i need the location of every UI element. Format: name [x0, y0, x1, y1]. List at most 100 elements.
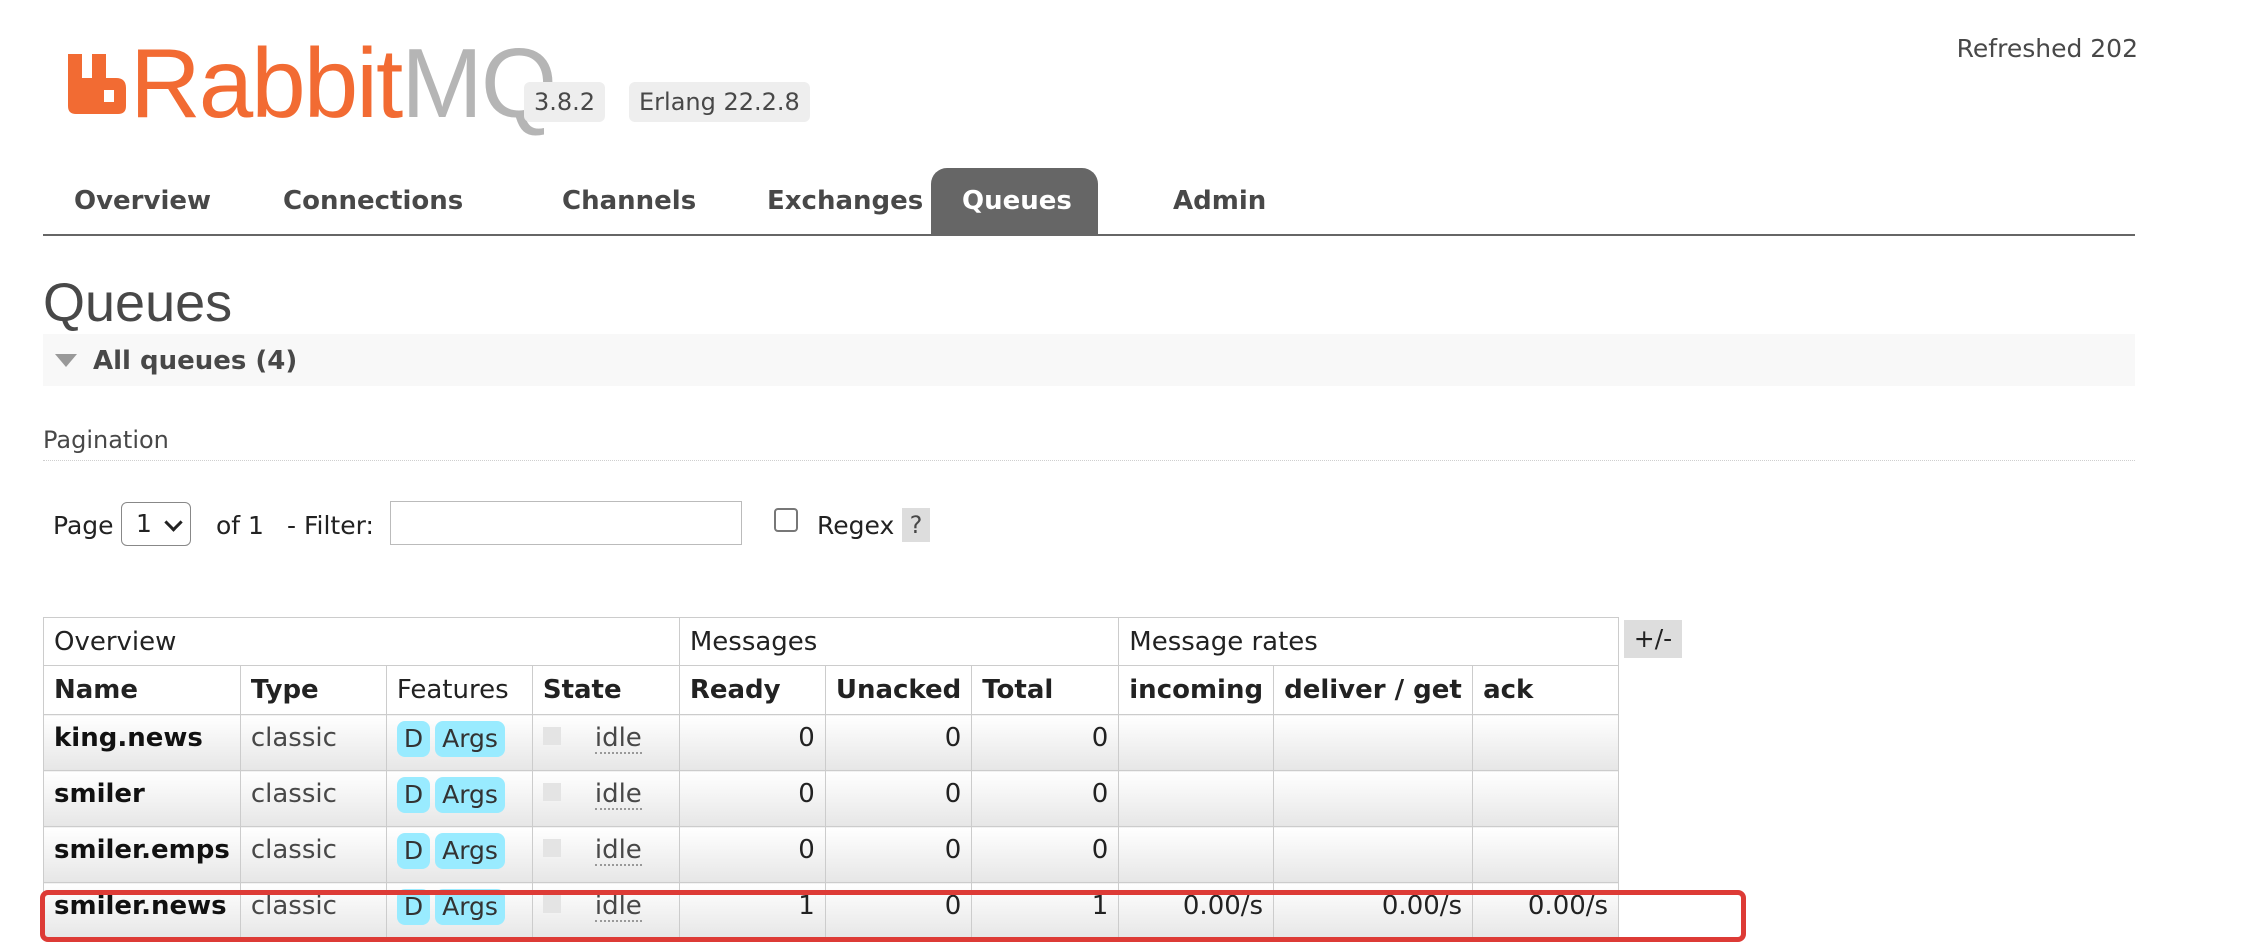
ack-rate [1472, 770, 1620, 827]
unacked-count: 0 [824, 826, 973, 883]
table-row[interactable]: smiler.emps classic D Args idle 0 0 0 [43, 826, 1620, 883]
ready-count: 0 [678, 714, 826, 771]
queue-state: idle [531, 882, 680, 939]
group-message-rates: Message rates [1118, 617, 1620, 666]
rabbitmq-logo-icon [68, 54, 126, 114]
page-label: Page [53, 511, 114, 540]
app-header: RabbitMQ TM 3.8.2 Erlang 22.2.8 Refreshe… [0, 0, 2260, 160]
main-nav: Overview Connections Channels Exchanges … [43, 168, 2135, 236]
tab-channels[interactable]: Channels [531, 168, 727, 234]
erlang-version-badge: Erlang 22.2.8 [629, 82, 810, 122]
state-text[interactable]: idle [594, 780, 642, 810]
state-indicator-icon [542, 895, 561, 913]
column-header-row: Name Type Features State Ready Unacked T… [43, 665, 1620, 715]
filter-input[interactable] [390, 501, 742, 545]
total-count: 0 [971, 714, 1120, 771]
col-name[interactable]: Name [43, 665, 241, 715]
state-text[interactable]: idle [594, 724, 642, 754]
col-deliver-get[interactable]: deliver / get [1273, 665, 1474, 715]
total-count: 0 [971, 826, 1120, 883]
col-ready[interactable]: Ready [678, 665, 826, 715]
tab-connections[interactable]: Connections [252, 168, 494, 234]
triangle-down-icon [55, 354, 77, 367]
table-row[interactable]: king.news classic D Args idle 0 0 0 [43, 714, 1620, 771]
pagination-divider [43, 460, 2135, 461]
regex-label: Regex [817, 511, 895, 540]
logo-wordmark: RabbitMQ [130, 34, 557, 132]
incoming-rate [1118, 826, 1275, 883]
feature-args-badge[interactable]: Args [435, 833, 505, 869]
section-title: All queues (4) [93, 346, 298, 376]
page-title: Queues [43, 273, 233, 333]
col-type[interactable]: Type [239, 665, 387, 715]
feature-durable-badge[interactable]: D [396, 777, 431, 813]
col-incoming[interactable]: incoming [1118, 665, 1275, 715]
col-features: Features [385, 665, 533, 715]
deliver-get-rate [1273, 714, 1474, 771]
col-unacked[interactable]: Unacked [824, 665, 973, 715]
ready-count: 0 [678, 826, 826, 883]
table-row[interactable]: smiler.news classic D Args idle 1 0 1 0.0… [43, 882, 1620, 939]
state-indicator-icon [542, 783, 561, 801]
queue-type: classic [239, 770, 387, 827]
queue-features: D Args [385, 882, 533, 939]
column-group-header-row: Overview Messages Message rates [43, 617, 1620, 666]
col-ack[interactable]: ack [1472, 665, 1620, 715]
deliver-get-rate [1273, 826, 1474, 883]
feature-args-badge[interactable]: Args [435, 777, 505, 813]
queue-features: D Args [385, 770, 533, 827]
queue-features: D Args [385, 826, 533, 883]
ack-rate [1472, 714, 1620, 771]
all-queues-section-toggle[interactable]: All queues (4) [43, 334, 2135, 386]
deliver-get-rate [1273, 770, 1474, 827]
ready-count: 0 [678, 770, 826, 827]
queue-name-link[interactable]: smiler.emps [43, 826, 241, 883]
ack-rate [1472, 826, 1620, 883]
chevron-down-icon [164, 513, 183, 532]
col-state[interactable]: State [531, 665, 680, 715]
page-select-value: 1 [136, 509, 152, 538]
unacked-count: 0 [824, 770, 973, 827]
ready-count: 1 [678, 882, 826, 939]
queue-type: classic [239, 882, 387, 939]
feature-durable-badge[interactable]: D [396, 889, 431, 925]
queue-type: classic [239, 714, 387, 771]
refreshed-status[interactable]: Refreshed 202 [1957, 34, 2138, 63]
regex-checkbox[interactable] [774, 508, 798, 532]
total-count: 0 [971, 770, 1120, 827]
queue-state: idle [531, 770, 680, 827]
pagination-heading: Pagination [43, 426, 169, 454]
column-toggle-button[interactable]: +/- [1624, 620, 1682, 658]
feature-args-badge[interactable]: Args [435, 889, 505, 925]
page-select[interactable]: 1 [121, 502, 191, 546]
regex-help-button[interactable]: ? [902, 508, 930, 542]
state-text[interactable]: idle [594, 836, 642, 866]
col-total[interactable]: Total [971, 665, 1120, 715]
queue-name-link[interactable]: smiler [43, 770, 241, 827]
queue-type: classic [239, 826, 387, 883]
state-text[interactable]: idle [594, 892, 642, 922]
queue-name-link[interactable]: smiler.news [43, 882, 241, 939]
state-indicator-icon [542, 839, 561, 857]
feature-durable-badge[interactable]: D [396, 833, 431, 869]
unacked-count: 0 [824, 714, 973, 771]
tab-queues[interactable]: Queues [931, 168, 1098, 234]
incoming-rate [1118, 770, 1275, 827]
queue-features: D Args [385, 714, 533, 771]
ack-rate: 0.00/s [1472, 882, 1620, 939]
state-indicator-icon [542, 727, 561, 745]
queue-name-link[interactable]: king.news [43, 714, 241, 771]
tab-admin[interactable]: Admin [1142, 168, 1297, 234]
feature-args-badge[interactable]: Args [435, 721, 505, 757]
tab-overview[interactable]: Overview [43, 168, 242, 234]
incoming-rate [1118, 714, 1275, 771]
total-count: 1 [971, 882, 1120, 939]
queues-table: Overview Messages Message rates Name Typ… [43, 617, 1620, 939]
incoming-rate: 0.00/s [1118, 882, 1275, 939]
rabbitmq-logo[interactable]: RabbitMQ TM [66, 34, 573, 132]
version-badge: 3.8.2 [524, 82, 606, 122]
queue-state: idle [531, 826, 680, 883]
tab-exchanges[interactable]: Exchanges [736, 168, 954, 234]
table-row[interactable]: smiler classic D Args idle 0 0 0 [43, 770, 1620, 827]
feature-durable-badge[interactable]: D [396, 721, 431, 757]
